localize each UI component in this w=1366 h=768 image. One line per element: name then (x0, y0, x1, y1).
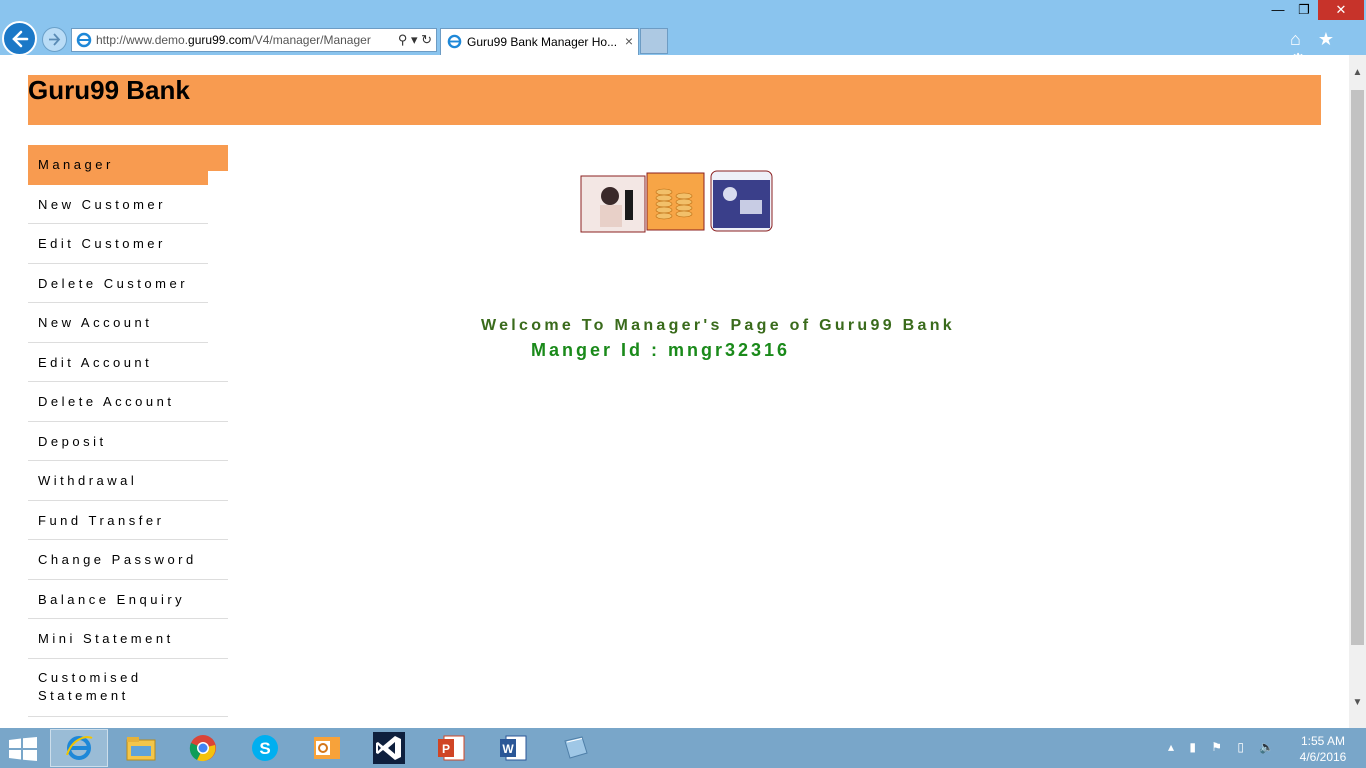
url-text[interactable]: http://www.demo.guru99.com/V4/manager/Ma… (96, 33, 386, 47)
svg-text:W: W (502, 742, 514, 756)
address-bar[interactable]: http://www.demo.guru99.com/V4/manager/Ma… (71, 28, 437, 52)
outlook-icon (314, 737, 340, 759)
system-tray-icons[interactable]: ▴ ▮ ⚑ ▯ 🔈 (1168, 740, 1280, 754)
internet-explorer-icon (66, 736, 93, 760)
menu-item-new-account[interactable]: New Account (28, 303, 208, 343)
taskbar-clock[interactable]: 1:55 AM 4/6/2016 (1296, 733, 1350, 765)
scroll-thumb[interactable] (1351, 90, 1364, 645)
menu-item-balance-enquiry[interactable]: Balance Enquiry (28, 580, 228, 619)
word-icon: W (500, 735, 527, 761)
bank-banner-image (580, 170, 773, 233)
browser-chrome: http://www.demo.guru99.com/V4/manager/Ma… (0, 0, 1366, 70)
arrow-right-icon (49, 33, 61, 46)
notebook-icon (564, 736, 588, 759)
svg-text:P: P (442, 742, 450, 756)
visual-studio-icon (373, 732, 405, 764)
menu-item-withdrawal[interactable]: Withdrawal (28, 461, 228, 501)
taskbar-skype[interactable]: S (236, 729, 294, 767)
page-viewport: Guru99 Bank Manager New Customer Edit Cu… (0, 55, 1349, 728)
ie-page-icon (76, 32, 92, 48)
menu-item-label-line2: Statement (38, 687, 129, 703)
svg-text:S: S (259, 739, 270, 758)
taskbar: S P W ▴ ▮ ⚑ ▯ 🔈 1:55 AM 4/6/2016 (0, 728, 1366, 768)
taskbar-visual-studio[interactable] (360, 729, 418, 767)
menu-item-delete-account[interactable]: Delete Account (28, 382, 228, 422)
menu-item-edit-customer[interactable]: Edit Customer (28, 224, 208, 264)
taskbar-powerpoint[interactable]: P (422, 729, 480, 767)
tab-title: Guru99 Bank Manager Ho... (467, 35, 618, 49)
skype-icon: S (252, 735, 278, 761)
restore-button[interactable]: ❐ (1292, 0, 1316, 20)
file-explorer-icon (126, 737, 156, 761)
menu-item-new-customer[interactable]: New Customer (28, 185, 208, 224)
menu-item-delete-customer[interactable]: Delete Customer (28, 264, 208, 303)
manager-id: Manger Id : mngr32316 (531, 340, 791, 360)
close-window-button[interactable]: ✕ (1318, 0, 1364, 20)
ie-tab-icon (447, 34, 462, 49)
menu-item-change-password[interactable]: Change Password (28, 540, 228, 580)
taskbar-word[interactable]: W (484, 729, 542, 767)
windows-start-icon[interactable] (8, 737, 38, 761)
menu-item-fund-transfer[interactable]: Fund Transfer (28, 501, 228, 540)
scroll-up-icon[interactable]: ▲ (1349, 67, 1366, 78)
taskbar-outlook[interactable] (298, 729, 356, 767)
welcome-message: Welcome To Manager's Page of Guru99 Bank (481, 317, 955, 334)
close-tab-icon[interactable]: × (625, 33, 633, 49)
chrome-icon (189, 735, 216, 762)
menu-item-manager[interactable]: Manager (28, 145, 228, 185)
menu-item-customised-statement[interactable]: Customised Statement (28, 659, 228, 717)
site-header: Guru99 Bank (28, 75, 1321, 125)
powerpoint-icon: P (438, 735, 465, 761)
minimize-button[interactable]: — (1266, 0, 1290, 20)
vertical-scrollbar[interactable]: ▲ ▼ (1349, 55, 1366, 728)
clock-time: 1:55 AM (1300, 734, 1346, 748)
menu-item-edit-account[interactable]: Edit Account (28, 343, 228, 382)
back-button[interactable] (2, 21, 37, 56)
menu-item-mini-statement[interactable]: Mini Statement (28, 619, 228, 659)
taskbar-notebook[interactable] (546, 729, 604, 767)
taskbar-file-explorer[interactable] (112, 729, 170, 767)
clock-date: 4/6/2016 (1299, 750, 1347, 764)
site-title: Guru99 Bank (28, 75, 190, 105)
taskbar-chrome[interactable] (174, 729, 232, 767)
side-menu: Manager New Customer Edit Customer Delet… (28, 145, 228, 717)
new-tab-button[interactable] (640, 28, 668, 54)
scroll-down-icon[interactable]: ▼ (1349, 697, 1366, 708)
address-bar-icons[interactable]: ⚲ ▾ ↻ (398, 32, 432, 48)
menu-item-label-line1: Customised (38, 669, 142, 685)
forward-button[interactable] (42, 27, 67, 52)
taskbar-internet-explorer[interactable] (50, 729, 108, 767)
menu-item-deposit[interactable]: Deposit (28, 422, 228, 461)
browser-tab[interactable]: Guru99 Bank Manager Ho... × (440, 28, 639, 55)
arrow-left-icon (12, 30, 29, 48)
